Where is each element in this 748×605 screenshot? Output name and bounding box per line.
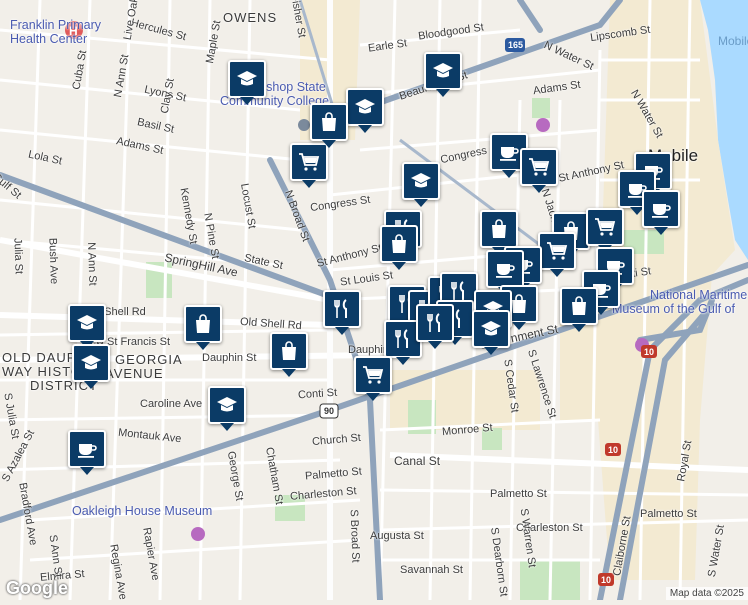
street-label: Augusta St bbox=[370, 530, 424, 542]
neighborhood-label: OWENS bbox=[223, 10, 278, 25]
coffee-icon bbox=[493, 257, 517, 281]
neighborhood-label: AVENUE bbox=[105, 366, 164, 381]
education-pin[interactable] bbox=[228, 60, 266, 105]
grocery-pin[interactable] bbox=[538, 232, 576, 277]
shopping-pin[interactable] bbox=[480, 210, 518, 255]
shopping-pin[interactable] bbox=[270, 332, 308, 377]
shopping-pin[interactable] bbox=[184, 305, 222, 350]
grocery-icon bbox=[297, 150, 321, 174]
street-label: Bush Ave bbox=[46, 237, 60, 285]
shopping-pin[interactable] bbox=[310, 103, 348, 148]
education-pin[interactable] bbox=[72, 344, 110, 389]
education-icon bbox=[215, 393, 239, 417]
restaurant-icon bbox=[330, 297, 354, 321]
coffee-pin[interactable] bbox=[486, 250, 524, 295]
coffee-pin[interactable] bbox=[68, 430, 106, 475]
education-icon bbox=[235, 67, 259, 91]
street-label: N Ann St bbox=[84, 242, 99, 286]
svg-text:10: 10 bbox=[608, 445, 618, 455]
street-label: Palmetto St bbox=[490, 488, 547, 500]
grocery-icon bbox=[545, 239, 569, 263]
grocery-pin[interactable] bbox=[586, 208, 624, 253]
shopping-icon bbox=[191, 312, 215, 336]
street-label: Canal St bbox=[394, 454, 441, 468]
street-label: Dauphin St bbox=[202, 352, 257, 364]
map-canvas[interactable]: H 165 90 10 10 10 OWENS OLD DAUPHIN WAY … bbox=[0, 0, 748, 603]
restaurant-pin[interactable] bbox=[323, 290, 361, 335]
street-label: Caroline Ave bbox=[140, 398, 203, 410]
education-icon bbox=[479, 317, 503, 341]
street-label: Savannah St bbox=[400, 564, 463, 576]
poi-label[interactable]: Franklin Primary bbox=[10, 18, 101, 32]
svg-text:10: 10 bbox=[644, 347, 654, 357]
poi-label[interactable]: Health Center bbox=[10, 32, 87, 46]
education-pin[interactable] bbox=[402, 162, 440, 207]
shopping-icon bbox=[387, 232, 411, 256]
shopping-icon bbox=[317, 110, 341, 134]
education-pin[interactable] bbox=[208, 386, 246, 431]
education-icon bbox=[79, 351, 103, 375]
neighborhood-label: GEORGIA bbox=[115, 352, 183, 367]
grocery-icon bbox=[361, 363, 385, 387]
restaurant-icon bbox=[423, 311, 447, 335]
svg-text:90: 90 bbox=[324, 406, 334, 416]
education-icon bbox=[75, 311, 99, 335]
google-logo: Google bbox=[6, 578, 68, 598]
poi-label[interactable]: National Maritime bbox=[650, 288, 747, 302]
highway-shield-165: 165 bbox=[508, 40, 523, 50]
restaurant-pin[interactable] bbox=[416, 304, 454, 349]
shopping-icon bbox=[567, 294, 591, 318]
street-label: Julia St bbox=[11, 237, 25, 275]
poi-label[interactable]: Museum of the Gulf of bbox=[612, 302, 735, 316]
svg-text:10: 10 bbox=[601, 575, 611, 585]
coffee-icon bbox=[497, 140, 521, 164]
shopping-icon bbox=[277, 339, 301, 363]
education-pin[interactable] bbox=[424, 52, 462, 97]
education-icon bbox=[409, 169, 433, 193]
coffee-pin[interactable] bbox=[642, 190, 680, 235]
coffee-icon bbox=[75, 437, 99, 461]
education-pin[interactable] bbox=[346, 88, 384, 133]
education-icon bbox=[353, 95, 377, 119]
water-label: Mobile bbox=[718, 34, 748, 48]
grocery-pin[interactable] bbox=[290, 143, 328, 188]
grocery-pin[interactable] bbox=[354, 356, 392, 401]
coffee-icon bbox=[649, 197, 673, 221]
grocery-icon bbox=[593, 215, 617, 239]
shopping-pin[interactable] bbox=[380, 225, 418, 270]
grocery-pin[interactable] bbox=[520, 148, 558, 193]
poi-label[interactable]: Oakleigh House Museum bbox=[72, 504, 212, 518]
education-pin[interactable] bbox=[68, 304, 106, 349]
education-icon bbox=[431, 59, 455, 83]
grocery-icon bbox=[527, 155, 551, 179]
education-pin[interactable] bbox=[472, 310, 510, 355]
restaurant-icon bbox=[391, 327, 415, 351]
street-label: S Broad St bbox=[347, 509, 362, 563]
street-label: Palmetto St bbox=[640, 508, 697, 520]
shopping-pin[interactable] bbox=[560, 287, 598, 332]
map-attribution[interactable]: Map data ©2025 bbox=[665, 587, 748, 600]
shopping-icon bbox=[487, 217, 511, 241]
